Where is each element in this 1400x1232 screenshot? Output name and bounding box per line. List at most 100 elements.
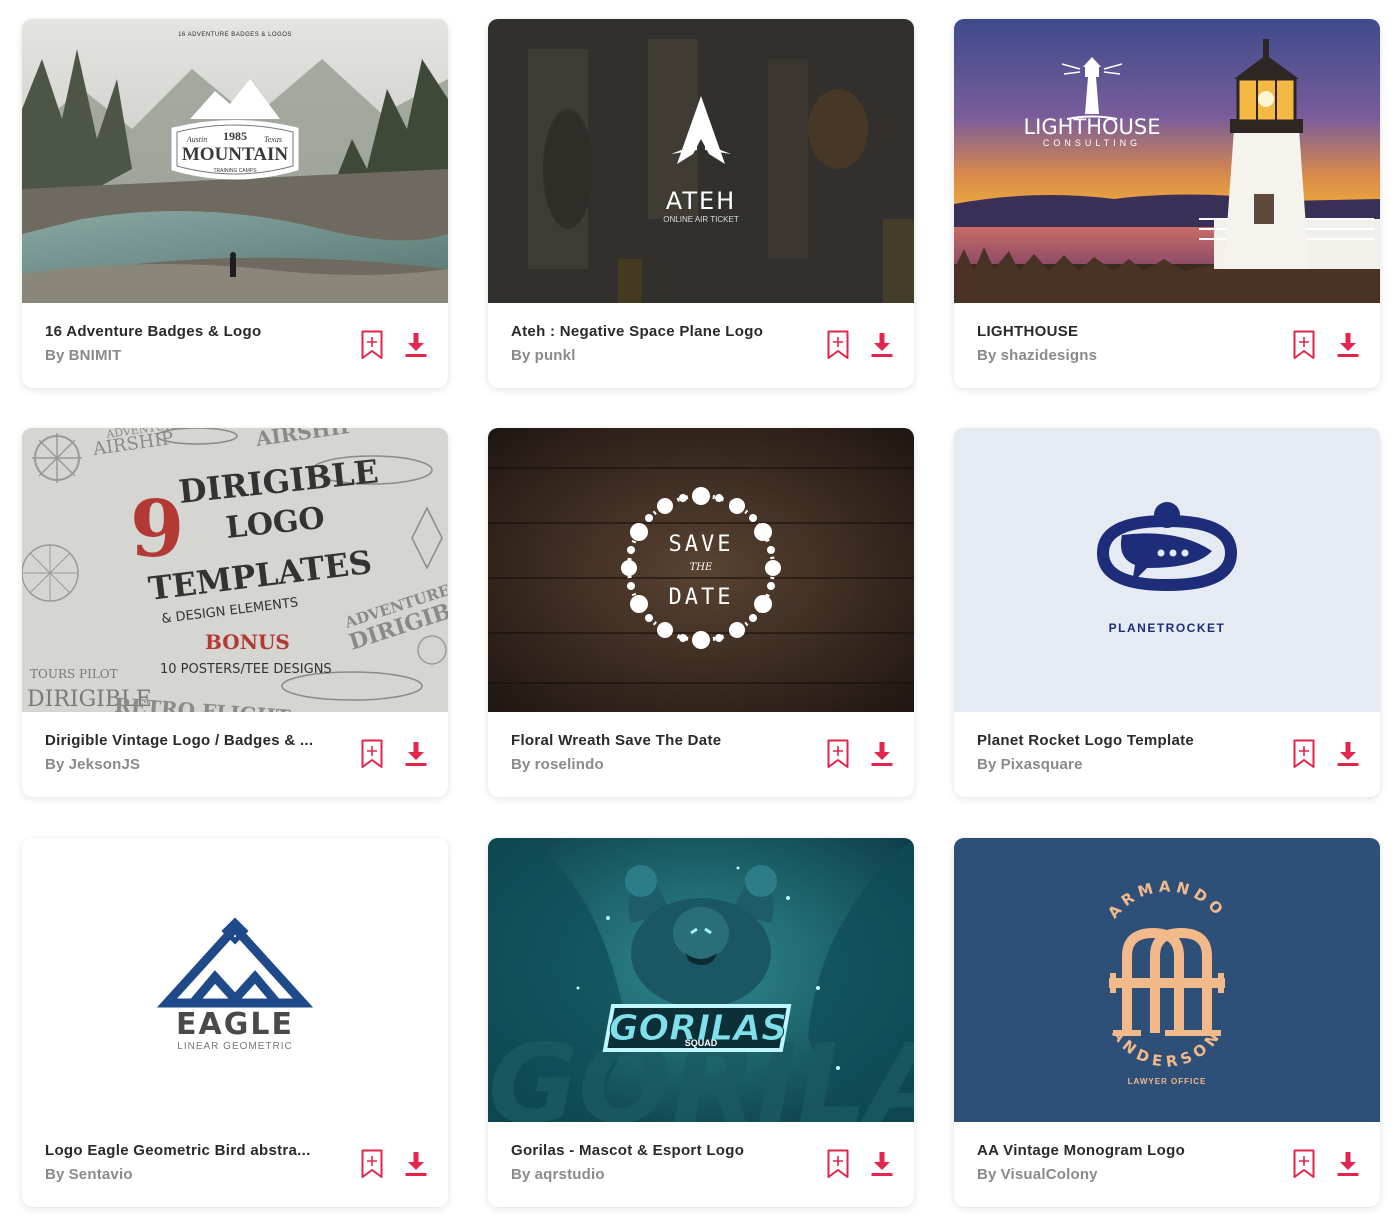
item-title[interactable]: AA Vintage Monogram Logo	[977, 1142, 1267, 1160]
bookmark-button[interactable]	[1292, 329, 1316, 361]
item-byline: By VisualColony	[977, 1166, 1267, 1184]
item-title[interactable]: Gorilas - Mascot & Esport Logo	[511, 1142, 801, 1160]
by-label: By	[977, 347, 997, 364]
bookmark-button[interactable]	[826, 329, 850, 361]
item-author[interactable]: shazidesigns	[1001, 347, 1098, 364]
bookmark-button[interactable]	[826, 1148, 850, 1180]
item-card[interactable]: GORILAS GORILAS SQUAD Gorilas	[488, 838, 914, 1207]
bookmark-button[interactable]	[360, 738, 384, 770]
art-sub: LINEAR GEOMETRIC	[177, 1041, 292, 1052]
item-byline: By punkl	[511, 347, 801, 365]
bookmark-add-icon	[361, 330, 383, 359]
download-button[interactable]	[1336, 1148, 1360, 1180]
download-button[interactable]	[870, 329, 894, 361]
art-line5: 10 POSTERS/TEE DESIGNS	[160, 662, 332, 677]
bookmark-add-icon	[1293, 330, 1315, 359]
download-icon	[871, 742, 893, 766]
art-num: 9	[130, 484, 184, 575]
item-author[interactable]: JeksonJS	[69, 756, 141, 773]
by-label: By	[45, 347, 65, 364]
item-card[interactable]: LIGHTHOUSE CONSULTING LIGHTHOUSE By shazi…	[954, 19, 1380, 388]
item-card[interactable]: SAVE THE DATE Floral Wreath Save The Dat…	[488, 428, 914, 797]
item-thumbnail[interactable]: PLANETROCKET	[954, 428, 1380, 712]
download-button[interactable]	[870, 1148, 894, 1180]
by-label: By	[511, 1166, 531, 1183]
download-button[interactable]	[1336, 738, 1360, 770]
art-left: Austin	[186, 135, 207, 144]
bookmark-button[interactable]	[360, 329, 384, 361]
item-thumbnail[interactable]: ADVENTURES AIRSHIP AIRSHIP ADVENTURES DI…	[22, 428, 448, 712]
art-sub: LAWYER OFFICE	[1128, 1077, 1207, 1086]
item-card[interactable]: ARMANDO ANDERSON LAWYER OFFICE AA Vintag…	[954, 838, 1380, 1207]
item-author[interactable]: VisualColony	[1001, 1166, 1098, 1183]
download-icon	[405, 1152, 427, 1176]
item-card[interactable]: 16 ADVENTURE BADGES & LOGOS 1985 Austin …	[22, 19, 448, 388]
art-sub: TRAINING CAMPS	[213, 168, 257, 174]
item-title[interactable]: 16 Adventure Badges & Logo	[45, 323, 335, 341]
item-author[interactable]: punkl	[535, 347, 576, 364]
download-button[interactable]	[1336, 329, 1360, 361]
item-byline: By shazidesigns	[977, 347, 1267, 365]
art-year: 1985	[223, 129, 247, 143]
art-word: MOUNTAIN	[182, 144, 289, 165]
download-button[interactable]	[404, 738, 428, 770]
item-thumbnail[interactable]: GORILAS GORILAS SQUAD	[488, 838, 914, 1122]
art-sub: SQUAD	[685, 1038, 718, 1048]
item-thumbnail[interactable]: ATEH ONLINE AIR TICKET	[488, 19, 914, 303]
art-sub: CONSULTING	[1043, 138, 1141, 148]
item-byline: By BNIMIT	[45, 347, 335, 365]
download-icon	[871, 333, 893, 357]
item-author[interactable]: Sentavio	[69, 1166, 133, 1183]
art-right: Texas	[264, 135, 282, 144]
item-byline: By JeksonJS	[45, 756, 335, 774]
item-card[interactable]: PLANETROCKET Planet Rocket Logo Template…	[954, 428, 1380, 797]
item-card[interactable]: EAGLE LINEAR GEOMETRIC Logo Eagle Geomet…	[22, 838, 448, 1207]
item-title[interactable]: Planet Rocket Logo Template	[977, 732, 1267, 750]
download-button[interactable]	[404, 1148, 428, 1180]
download-button[interactable]	[404, 329, 428, 361]
download-icon	[1337, 1152, 1359, 1176]
download-icon	[405, 333, 427, 357]
item-thumbnail[interactable]: 16 ADVENTURE BADGES & LOGOS 1985 Austin …	[22, 19, 448, 303]
item-byline: By Sentavio	[45, 1166, 335, 1184]
bookmark-button[interactable]	[1292, 1148, 1316, 1180]
item-author[interactable]: aqrstudio	[535, 1166, 605, 1183]
art-word: PLANETROCKET	[1109, 621, 1226, 635]
item-card[interactable]: ADVENTURES AIRSHIP AIRSHIP ADVENTURES DI…	[22, 428, 448, 797]
item-thumbnail[interactable]: LIGHTHOUSE CONSULTING	[954, 19, 1380, 303]
bookmark-add-icon	[827, 330, 849, 359]
item-title[interactable]: Floral Wreath Save The Date	[511, 732, 801, 750]
art-sub: ONLINE AIR TICKET	[663, 215, 739, 224]
download-icon	[1337, 742, 1359, 766]
item-card[interactable]: ATEH ONLINE AIR TICKET Ateh : Negative S…	[488, 19, 914, 388]
item-thumbnail[interactable]: EAGLE LINEAR GEOMETRIC	[22, 838, 448, 1122]
item-author[interactable]: BNIMIT	[69, 347, 122, 364]
download-icon	[405, 742, 427, 766]
art-header: 16 ADVENTURE BADGES & LOGOS	[178, 32, 292, 38]
item-title[interactable]: Dirigible Vintage Logo / Badges & ...	[45, 732, 335, 750]
art-l3: DATE	[669, 585, 734, 610]
art-word: LIGHTHOUSE	[1023, 115, 1160, 139]
item-title[interactable]: LIGHTHOUSE	[977, 323, 1267, 341]
art-bonus: BONUS	[205, 630, 290, 654]
item-title[interactable]: Logo Eagle Geometric Bird abstra...	[45, 1142, 335, 1160]
bookmark-button[interactable]	[360, 1148, 384, 1180]
art-l1: SAVE	[669, 532, 734, 557]
art-bl1: TOURS PILOT	[30, 667, 118, 681]
item-author[interactable]: Pixasquare	[1001, 756, 1083, 773]
art-word: ATEH	[666, 187, 736, 215]
bookmark-button[interactable]	[826, 738, 850, 770]
bookmark-add-icon	[827, 1149, 849, 1178]
item-author[interactable]: roselindo	[535, 756, 604, 773]
item-byline: By Pixasquare	[977, 756, 1267, 774]
bookmark-add-icon	[361, 739, 383, 768]
download-button[interactable]	[870, 738, 894, 770]
item-thumbnail[interactable]: SAVE THE DATE	[488, 428, 914, 712]
download-icon	[1337, 333, 1359, 357]
item-thumbnail[interactable]: ARMANDO ANDERSON LAWYER OFFICE	[954, 838, 1380, 1122]
item-title[interactable]: Ateh : Negative Space Plane Logo	[511, 323, 801, 341]
bookmark-add-icon	[1293, 739, 1315, 768]
bookmark-button[interactable]	[1292, 738, 1316, 770]
by-label: By	[511, 756, 531, 773]
bookmark-add-icon	[827, 739, 849, 768]
